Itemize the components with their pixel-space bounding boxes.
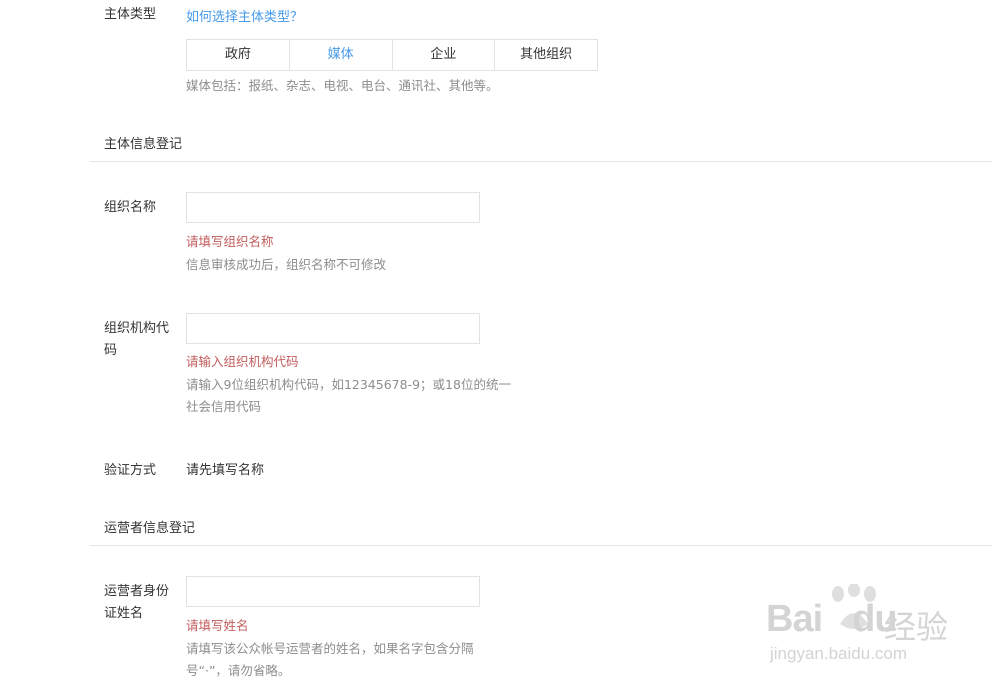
- operator-name-hint-line1: 请填写该公众帐号运营者的姓名，如果名字包含分隔: [186, 641, 474, 656]
- org-name-error: 请填写组织名称: [186, 234, 274, 249]
- watermark-brand: Bai du: [766, 598, 898, 641]
- org-name-label: 组织名称: [104, 200, 157, 215]
- org-code-hint-line1: 请输入9位组织机构代码，如12345678-9；或18位的统一: [186, 377, 511, 392]
- entity-info-section-title: 主体信息登记: [104, 137, 183, 152]
- operator-section-title: 运营者信息登记: [104, 521, 196, 536]
- entity-type-help-link[interactable]: 如何选择主体类型？: [186, 6, 303, 25]
- operator-name-label-line1: 运营者身份: [104, 584, 170, 599]
- watermark-brand-part1: Bai: [766, 598, 823, 640]
- operator-name-label-line2: 证姓名: [104, 606, 144, 621]
- watermark-url: jingyan.baidu.com: [770, 644, 908, 663]
- verify-method-label: 验证方式: [104, 463, 157, 478]
- verify-method-value: 请先填写名称: [186, 463, 265, 478]
- org-code-label-line1: 组织机构代: [104, 321, 170, 336]
- org-name-hint: 信息审核成功后，组织名称不可修改: [186, 257, 387, 272]
- org-name-input[interactable]: [186, 192, 480, 223]
- watermark-cn: 经验: [884, 608, 949, 646]
- operator-section-divider: [90, 545, 992, 546]
- org-code-error: 请输入组织机构代码: [186, 354, 299, 369]
- operator-name-error: 请填写姓名: [186, 618, 249, 633]
- entity-type-label: 主体类型: [104, 7, 157, 22]
- entity-info-divider: [90, 161, 992, 162]
- entity-type-option-media[interactable]: 媒体: [290, 40, 393, 70]
- org-code-input[interactable]: [186, 313, 480, 344]
- entity-type-option-enterprise[interactable]: 企业: [393, 40, 496, 70]
- entity-type-option-other-org[interactable]: 其他组织: [495, 40, 597, 70]
- entity-type-hint: 媒体包括：报纸、杂志、电视、电台、通讯社、其他等。: [186, 78, 499, 93]
- org-code-hint-line2: 社会信用代码: [186, 399, 262, 414]
- baidu-jingyan-watermark: Bai du 经验 jingyan.baidu.com: [766, 584, 986, 680]
- entity-type-option-government[interactable]: 政府: [187, 40, 290, 70]
- org-code-label-line2: 码: [104, 343, 118, 358]
- entity-type-segmented-control: 政府 媒体 企业 其他组织: [186, 39, 598, 71]
- operator-name-input[interactable]: [186, 576, 480, 607]
- operator-name-hint-line2: 号“·”，请勿省略。: [186, 663, 291, 678]
